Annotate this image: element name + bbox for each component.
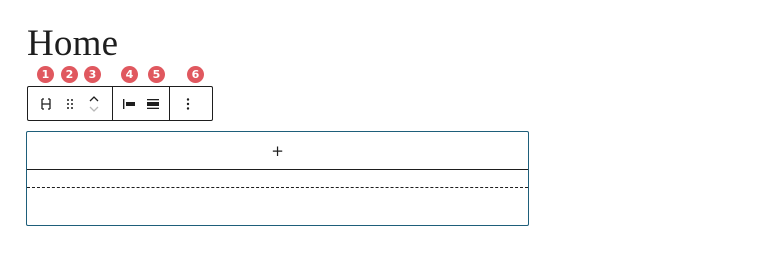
block-toolbar <box>27 86 213 121</box>
select-parent-button[interactable] <box>34 87 58 120</box>
align-full-width-icon <box>146 98 160 110</box>
toolbar-group-alignment <box>112 87 169 120</box>
more-options-button[interactable] <box>176 87 200 120</box>
align-left-icon <box>122 98 136 110</box>
selected-block[interactable]: + <box>26 131 529 226</box>
annotation-badge-1: 1 <box>37 66 54 83</box>
annotation-badge-3: 3 <box>84 66 101 83</box>
block-divider <box>27 187 528 188</box>
toolbar-group-options <box>169 87 206 120</box>
more-options-icon <box>186 97 190 111</box>
align-left-button[interactable] <box>117 87 141 120</box>
annotation-badge-4: 4 <box>121 66 138 83</box>
annotation-badge-2: 2 <box>61 66 78 83</box>
annotation-badge-5: 5 <box>148 66 165 83</box>
drag-handle-icon <box>65 98 75 110</box>
annotation-badge-6: 6 <box>187 66 204 83</box>
toolbar-group-block <box>28 87 112 120</box>
select-parent-icon <box>40 97 52 110</box>
page-title: Home <box>27 23 119 64</box>
move-up-down-icon <box>88 93 100 115</box>
align-full-width-button[interactable] <box>141 87 165 120</box>
drag-handle-button[interactable] <box>58 87 82 120</box>
move-up-down-button[interactable] <box>82 87 106 120</box>
block-appender-button[interactable]: + <box>27 132 528 170</box>
